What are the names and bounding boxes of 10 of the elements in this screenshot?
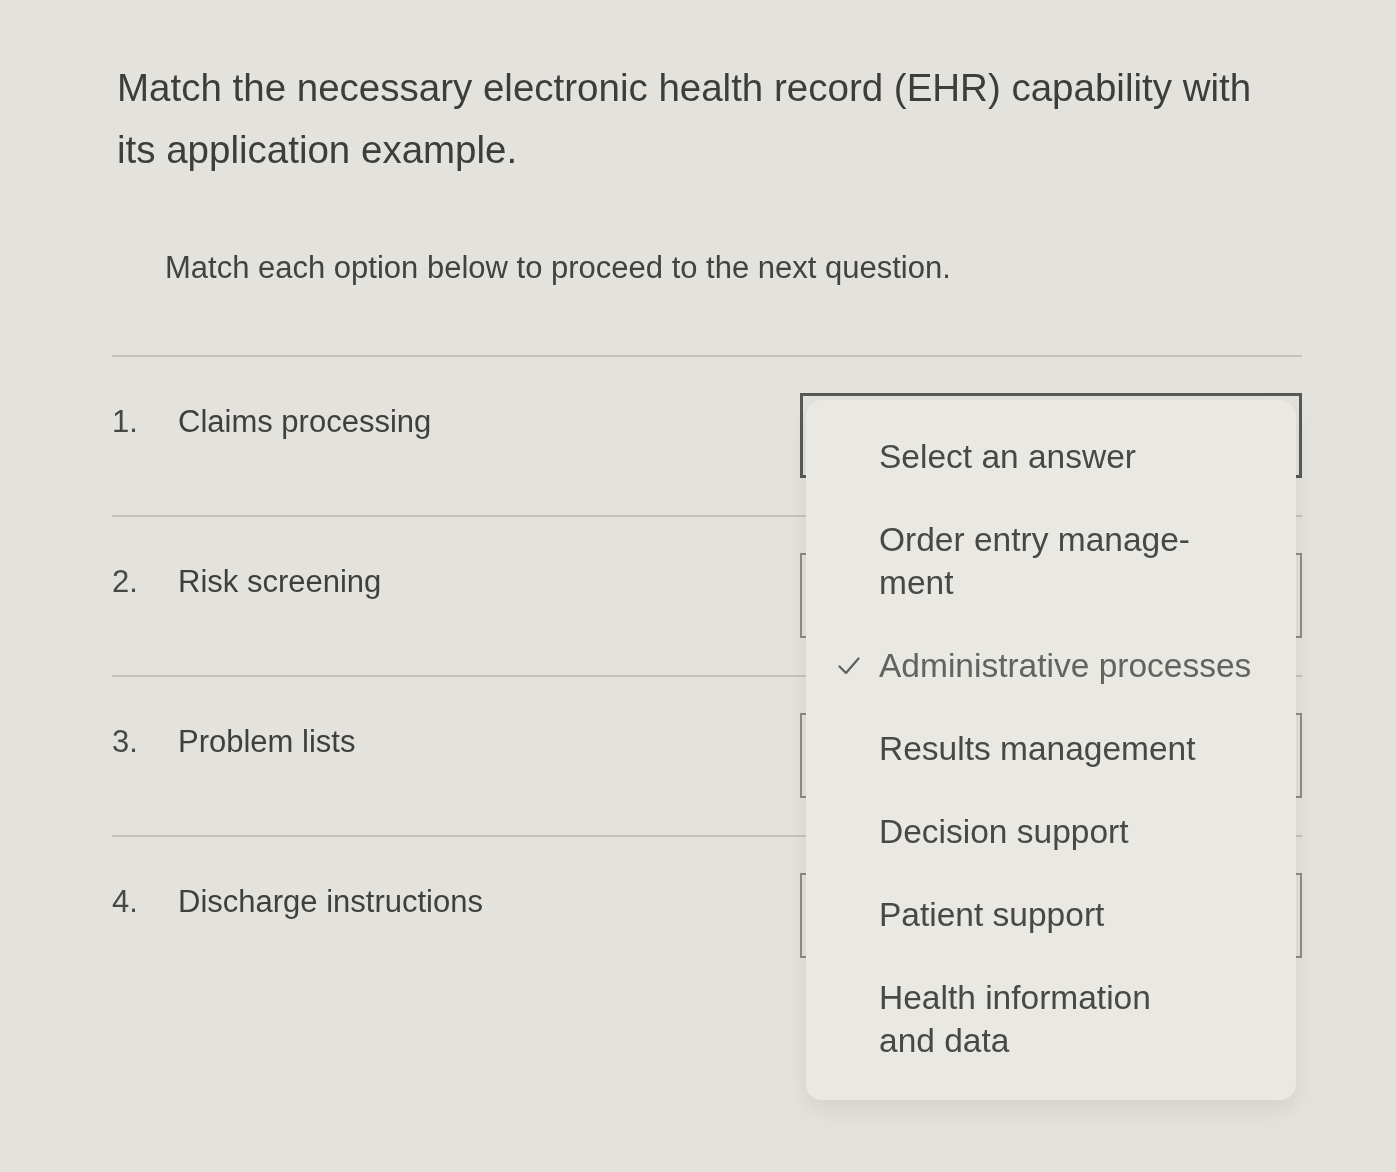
- item-label: Risk screening: [178, 564, 382, 600]
- instruction-text: Match each option below to proceed to the next question.: [165, 251, 951, 285]
- item-number: 3.: [112, 724, 138, 760]
- item-label: Discharge instructions: [178, 884, 483, 920]
- item-number: 4.: [112, 884, 138, 920]
- item-label: Problem lists: [178, 724, 356, 760]
- item-label: Claims processing: [178, 404, 432, 440]
- item-number: 2.: [112, 564, 138, 600]
- item-number: 1.: [112, 404, 138, 440]
- question-title: Match the necessary electronic health record (EHR) capability with its application example.: [117, 65, 1253, 173]
